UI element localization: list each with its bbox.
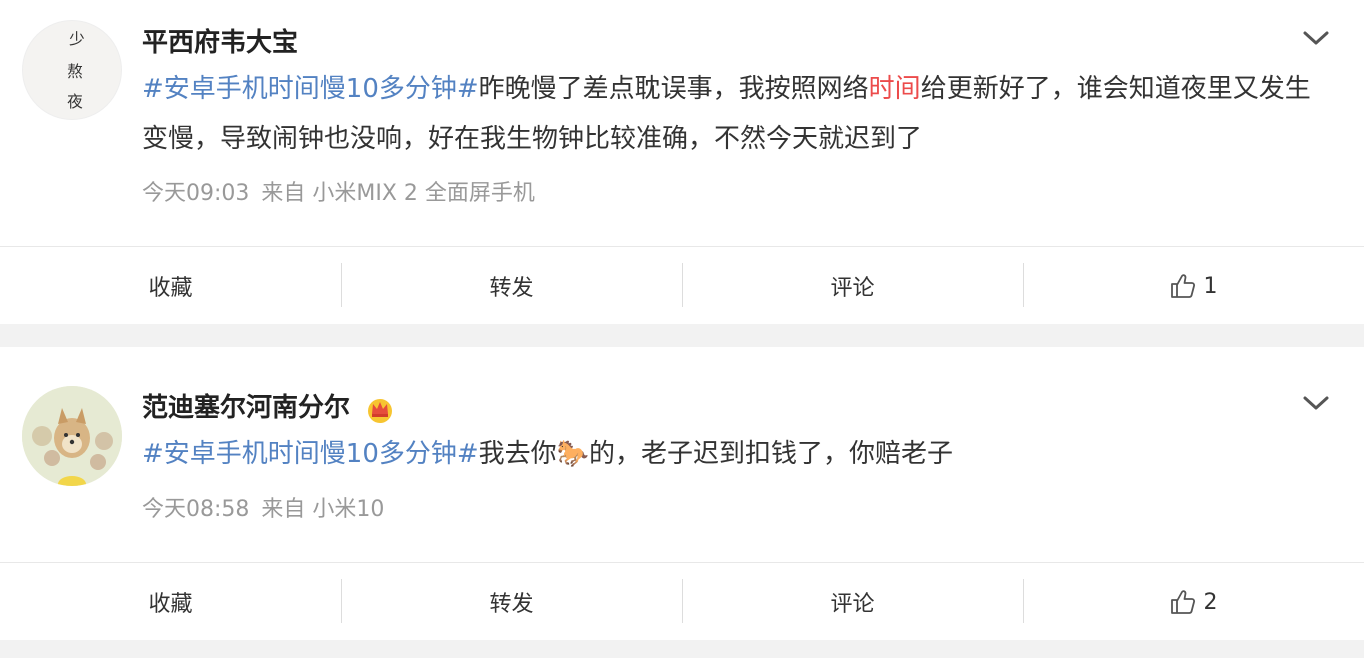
hashtag-link[interactable]: #安卓手机时间慢10多分钟# [142, 74, 479, 104]
svg-text:少: 少 [69, 30, 85, 49]
like-button[interactable]: 2 [1023, 563, 1364, 641]
keyword-highlight: 时间 [868, 74, 921, 104]
avatar[interactable]: 少 熬 夜 [22, 20, 122, 120]
like-button[interactable]: 1 [1023, 247, 1364, 325]
like-count: 2 [1203, 589, 1218, 615]
post-divider [0, 324, 1364, 347]
avatar[interactable] [22, 386, 122, 486]
action-bar: 收藏 转发 评论 2 [0, 562, 1364, 641]
chevron-down-icon[interactable] [1302, 29, 1330, 47]
post-text: #安卓手机时间慢10多分钟#我去你🐎的，老子迟到扣钱了，你赔老子 [142, 439, 954, 469]
thumbs-up-icon [1170, 274, 1195, 298]
post-source: 来自 小米10 [261, 497, 385, 522]
svg-text:熬: 熬 [67, 62, 83, 81]
weibo-post: 范迪塞尔河南分尔 #安卓手机时间慢10多分钟#我去你🐎的，老子迟到扣钱了，你赔老… [0, 347, 1364, 640]
comment-button[interactable]: 评论 [682, 563, 1023, 641]
post-meta: 今天08:58 来自 小米10 [142, 491, 396, 523]
author-name[interactable]: 范迪塞尔河南分尔 [142, 387, 395, 424]
repost-button[interactable]: 转发 [341, 563, 682, 641]
post-time: 今天08:58 [142, 497, 250, 522]
post-time: 今天09:03 [142, 181, 250, 206]
thumbs-up-icon [1170, 590, 1195, 614]
favorite-button[interactable]: 收藏 [0, 247, 341, 325]
action-bar: 收藏 转发 评论 1 [0, 246, 1364, 325]
crown-icon [368, 398, 393, 423]
comment-button[interactable]: 评论 [682, 247, 1023, 325]
svg-text:夜: 夜 [67, 92, 83, 111]
post-text: #安卓手机时间慢10多分钟#昨晚慢了差点耽误事，我按照网络时间给更新好了，谁会知… [142, 74, 1311, 154]
post-divider [0, 640, 1364, 658]
horse-emoji: 🐎 [556, 439, 590, 469]
weibo-post: 少 熬 夜 平西府韦大宝 #安卓手机时间慢10多分钟#昨晚慢了差点耽误事，我按照… [0, 0, 1364, 324]
repost-button[interactable]: 转发 [341, 247, 682, 325]
post-meta: 今天09:03 来自 小米MIX 2 全面屏手机 [142, 175, 547, 207]
hashtag-link[interactable]: #安卓手机时间慢10多分钟# [142, 439, 479, 469]
chevron-down-icon[interactable] [1302, 394, 1330, 412]
author-name[interactable]: 平西府韦大宝 [142, 22, 298, 59]
post-source: 来自 小米MIX 2 全面屏手机 [261, 181, 535, 206]
favorite-button[interactable]: 收藏 [0, 563, 341, 641]
like-count: 1 [1203, 273, 1218, 299]
